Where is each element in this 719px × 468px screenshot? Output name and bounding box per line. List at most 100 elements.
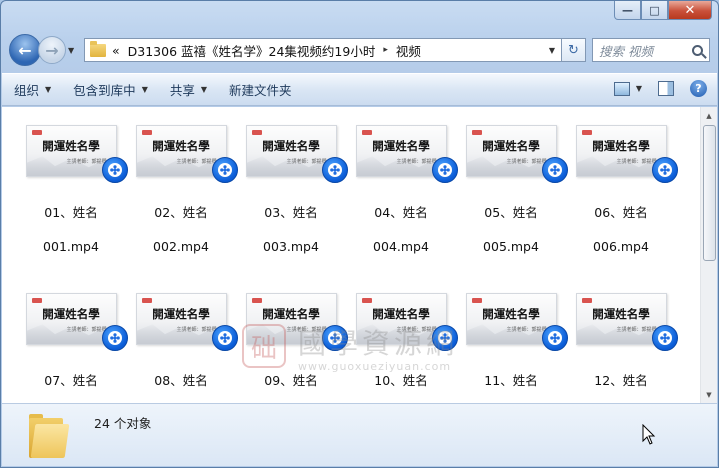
- search-box[interactable]: 搜索 视频: [592, 38, 710, 62]
- file-item[interactable]: 開運姓名學 主講老師：郭提卿 10、姓名 010.mp4: [346, 293, 458, 403]
- thumbnail-title: 開運姓名學: [372, 139, 430, 153]
- video-reel-icon: [102, 157, 128, 183]
- organize-menu[interactable]: 组织 ▼: [14, 80, 51, 99]
- thumbnail-seal: [581, 298, 592, 303]
- share-label: 共享: [169, 83, 195, 98]
- video-thumbnail: 開運姓名學 主講老師：郭提卿: [346, 293, 458, 353]
- share-menu[interactable]: 共享 ▼: [170, 80, 207, 99]
- thumbnail-title: 開運姓名學: [262, 307, 320, 321]
- breadcrumb-current[interactable]: 视频: [396, 41, 421, 60]
- file-item[interactable]: 開運姓名學 主講老師：郭提卿 04、姓名 004.mp4: [346, 125, 458, 255]
- video-reel-icon: [652, 157, 678, 183]
- recent-pages-dropdown[interactable]: ▼: [68, 46, 80, 55]
- file-item[interactable]: 開運姓名學 主講老師：郭提卿 12、姓名 012.mp4: [566, 293, 678, 403]
- help-icon[interactable]: ?: [690, 80, 707, 97]
- thumbnail-title: 開運姓名學: [482, 139, 540, 153]
- search-icon[interactable]: [692, 44, 703, 56]
- file-name-line1: 09、姓名: [264, 373, 318, 388]
- folder-icon: [90, 40, 106, 57]
- file-name: 04、姓名 004.mp4: [373, 187, 429, 255]
- video-reel-icon: [432, 157, 458, 183]
- file-name-line1: 03、姓名: [264, 205, 318, 220]
- video-thumbnail: 開運姓名學 主講老師：郭提卿: [16, 125, 128, 185]
- video-reel-icon: [542, 157, 568, 183]
- minimize-button[interactable]: —: [614, 1, 641, 20]
- back-arrow-icon: ←: [18, 40, 32, 60]
- file-name: 10、姓名 010.mp4: [373, 355, 429, 403]
- chevron-down-icon: ▼: [141, 85, 148, 94]
- thumbnail-title: 開運姓名學: [42, 307, 100, 321]
- view-options-dropdown[interactable]: ▼: [636, 84, 642, 93]
- video-reel-icon: [212, 157, 238, 183]
- video-thumbnail: 開運姓名學 主講老師：郭提卿: [456, 125, 568, 185]
- file-item[interactable]: 開運姓名學 主講老師：郭提卿 01、姓名 001.mp4: [16, 125, 128, 255]
- back-button[interactable]: ←: [9, 34, 41, 66]
- scrollbar-thumb[interactable]: [703, 125, 716, 261]
- organize-label: 组织: [14, 83, 40, 98]
- file-item[interactable]: 開運姓名學 主講老師：郭提卿 02、姓名 002.mp4: [126, 125, 238, 255]
- file-name: 06、姓名 006.mp4: [593, 187, 649, 255]
- address-overflow[interactable]: «: [112, 43, 120, 58]
- thumbnail-seal: [141, 130, 152, 135]
- file-name-line2: 005.mp4: [483, 239, 539, 254]
- thumbnail-title: 開運姓名學: [372, 307, 430, 321]
- video-reel-icon: [652, 325, 678, 351]
- file-name-line2: 006.mp4: [593, 239, 649, 254]
- file-name: 11、姓名 011.mp4: [483, 355, 539, 403]
- breadcrumb-parent[interactable]: D31306 蓝禧《姓名学》24集视频约19小时: [128, 41, 376, 60]
- video-thumbnail: 開運姓名學 主講老師：郭提卿: [566, 293, 678, 353]
- new-folder-button[interactable]: 新建文件夹: [229, 80, 292, 99]
- file-list[interactable]: 開運姓名學 主講老師：郭提卿 01、姓名 001.mp4 開運姓名學 主講老師：…: [2, 107, 717, 403]
- maximize-button[interactable]: □: [641, 1, 668, 20]
- file-name-line2: 001.mp4: [43, 239, 99, 254]
- file-name: 08、姓名 008.mp4: [153, 355, 209, 403]
- new-folder-label: 新建文件夹: [229, 83, 292, 98]
- file-item[interactable]: 開運姓名學 主講老師：郭提卿 06、姓名 006.mp4: [566, 125, 678, 255]
- thumbnail-seal: [141, 298, 152, 303]
- thumbnail-seal: [251, 130, 262, 135]
- video-thumbnail: 開運姓名學 主講老師：郭提卿: [346, 125, 458, 185]
- thumbnail-title: 開運姓名學: [42, 139, 100, 153]
- chevron-down-icon: ▼: [200, 85, 208, 94]
- forward-button[interactable]: →: [38, 36, 66, 64]
- file-name: 09、姓名 009.mp4: [263, 355, 319, 403]
- video-reel-icon: [212, 325, 238, 351]
- file-name: 12、姓名 012.mp4: [593, 355, 649, 403]
- thumbnail-title: 開運姓名學: [152, 139, 210, 153]
- thumbnail-seal: [361, 298, 372, 303]
- video-thumbnail: 開運姓名學 主講老師：郭提卿: [236, 125, 348, 185]
- scroll-up-icon[interactable]: ▲: [701, 107, 717, 124]
- video-thumbnail: 開運姓名學 主講老師：郭提卿: [566, 125, 678, 185]
- file-name-line2: 002.mp4: [153, 239, 209, 254]
- item-count: 24 个对象: [94, 416, 152, 431]
- file-item[interactable]: 開運姓名學 主講老師：郭提卿 08、姓名 008.mp4: [126, 293, 238, 403]
- include-in-library-menu[interactable]: 包含到库中 ▼: [73, 80, 148, 99]
- video-thumbnail: 開運姓名學 主講老師：郭提卿: [126, 293, 238, 353]
- address-bar[interactable]: « D31306 蓝禧《姓名学》24集视频约19小时 ▸ 视频 ▼: [84, 38, 562, 62]
- file-item[interactable]: 開運姓名學 主講老師：郭提卿 11、姓名 011.mp4: [456, 293, 568, 403]
- address-history-dropdown[interactable]: ▼: [549, 46, 555, 55]
- chevron-down-icon: ▼: [45, 85, 52, 94]
- breadcrumb-separator[interactable]: ▸: [383, 45, 388, 55]
- file-item[interactable]: 開運姓名學 主講老師：郭提卿 09、姓名 009.mp4: [236, 293, 348, 403]
- scroll-down-icon[interactable]: ▼: [701, 386, 717, 403]
- video-thumbnail: 開運姓名學 主講老師：郭提卿: [236, 293, 348, 353]
- video-thumbnail: 開運姓名學 主講老師：郭提卿: [456, 293, 568, 353]
- file-item[interactable]: 開運姓名學 主講老師：郭提卿 05、姓名 005.mp4: [456, 125, 568, 255]
- file-name: 01、姓名 001.mp4: [43, 187, 99, 255]
- close-button[interactable]: ✕: [668, 1, 712, 20]
- file-name: 03、姓名 003.mp4: [263, 187, 319, 255]
- refresh-icon: ↻: [568, 42, 579, 58]
- file-name-line1: 05、姓名: [484, 205, 538, 220]
- thumbnail-seal: [471, 298, 482, 303]
- file-item[interactable]: 開運姓名學 主講老師：郭提卿 03、姓名 003.mp4: [236, 125, 348, 255]
- vertical-scrollbar[interactable]: ▲ ▼: [700, 107, 717, 403]
- view-options-icon[interactable]: [613, 81, 630, 96]
- file-item[interactable]: 開運姓名學 主講老師：郭提卿 07、姓名 007.mp4: [16, 293, 128, 403]
- preview-pane-icon[interactable]: [658, 81, 674, 96]
- thumbnail-title: 開運姓名學: [482, 307, 540, 321]
- video-thumbnail: 開運姓名學 主講老師：郭提卿: [126, 125, 238, 185]
- file-name-line1: 04、姓名: [374, 205, 428, 220]
- file-name: 02、姓名 002.mp4: [153, 187, 209, 255]
- refresh-button[interactable]: ↻: [562, 38, 586, 62]
